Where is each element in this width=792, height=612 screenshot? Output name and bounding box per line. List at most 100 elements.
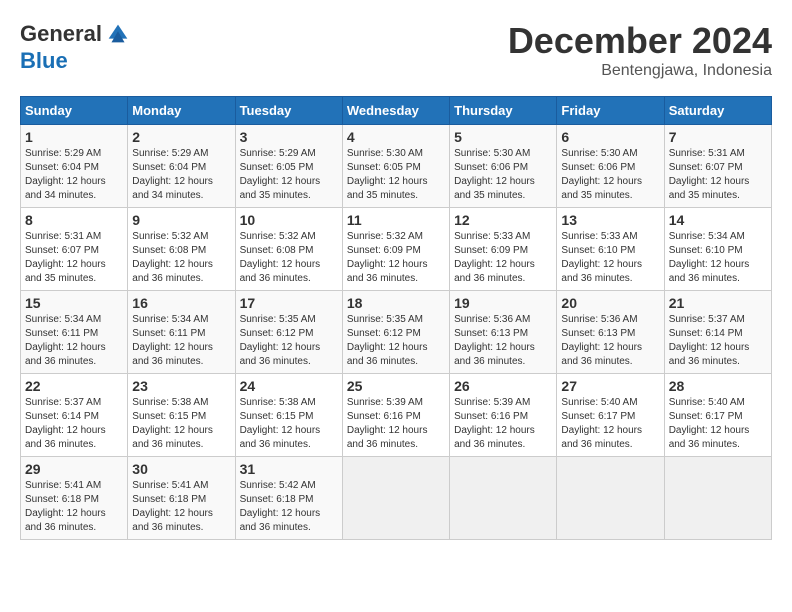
day-number: 24	[240, 378, 338, 394]
day-info: Sunrise: 5:29 AMSunset: 6:04 PMDaylight:…	[132, 147, 230, 203]
calendar-cell: 16 Sunrise: 5:34 AMSunset: 6:11 PMDayligh…	[128, 291, 235, 374]
day-header-thursday: Thursday	[450, 97, 557, 125]
day-info: Sunrise: 5:38 AMSunset: 6:15 PMDaylight:…	[132, 396, 230, 452]
day-number: 18	[347, 295, 445, 311]
day-info: Sunrise: 5:32 AMSunset: 6:08 PMDaylight:…	[132, 230, 230, 286]
calendar-cell: 2 Sunrise: 5:29 AMSunset: 6:04 PMDaylight…	[128, 125, 235, 208]
calendar-week-row: 22 Sunrise: 5:37 AMSunset: 6:14 PMDayligh…	[21, 374, 772, 457]
calendar-cell	[557, 457, 664, 540]
calendar-cell: 12 Sunrise: 5:33 AMSunset: 6:09 PMDayligh…	[450, 208, 557, 291]
day-info: Sunrise: 5:34 AMSunset: 6:10 PMDaylight:…	[669, 230, 767, 286]
day-info: Sunrise: 5:32 AMSunset: 6:09 PMDaylight:…	[347, 230, 445, 286]
day-info: Sunrise: 5:39 AMSunset: 6:16 PMDaylight:…	[454, 396, 552, 452]
day-info: Sunrise: 5:33 AMSunset: 6:09 PMDaylight:…	[454, 230, 552, 286]
day-number: 30	[132, 461, 230, 477]
day-number: 23	[132, 378, 230, 394]
day-info: Sunrise: 5:36 AMSunset: 6:13 PMDaylight:…	[561, 313, 659, 369]
day-info: Sunrise: 5:32 AMSunset: 6:08 PMDaylight:…	[240, 230, 338, 286]
day-info: Sunrise: 5:37 AMSunset: 6:14 PMDaylight:…	[25, 396, 123, 452]
day-header-monday: Monday	[128, 97, 235, 125]
calendar-cell: 14 Sunrise: 5:34 AMSunset: 6:10 PMDayligh…	[664, 208, 771, 291]
day-info: Sunrise: 5:42 AMSunset: 6:18 PMDaylight:…	[240, 479, 338, 535]
day-number: 20	[561, 295, 659, 311]
day-number: 8	[25, 212, 123, 228]
logo-blue: Blue	[20, 48, 68, 74]
calendar-table: SundayMondayTuesdayWednesdayThursdayFrid…	[20, 96, 772, 540]
calendar-cell: 10Sunrise: 5:32 AMSunset: 6:08 PMDayligh…	[235, 208, 342, 291]
day-number: 19	[454, 295, 552, 311]
day-info: Sunrise: 5:39 AMSunset: 6:16 PMDaylight:…	[347, 396, 445, 452]
calendar-cell: 13Sunrise: 5:33 AMSunset: 6:10 PMDayligh…	[557, 208, 664, 291]
calendar-cell: 1Sunrise: 5:29 AMSunset: 6:04 PMDaylight…	[21, 125, 128, 208]
calendar-cell	[450, 457, 557, 540]
month-title: December 2024	[508, 20, 772, 62]
day-number: 21	[669, 295, 767, 311]
calendar-cell: 7 Sunrise: 5:31 AMSunset: 6:07 PMDaylight…	[664, 125, 771, 208]
day-info: Sunrise: 5:30 AMSunset: 6:06 PMDaylight:…	[561, 147, 659, 203]
calendar-cell: 22 Sunrise: 5:37 AMSunset: 6:14 PMDayligh…	[21, 374, 128, 457]
calendar-cell: 9 Sunrise: 5:32 AMSunset: 6:08 PMDaylight…	[128, 208, 235, 291]
day-number: 6	[561, 129, 659, 145]
day-info: Sunrise: 5:29 AMSunset: 6:05 PMDaylight:…	[240, 147, 338, 203]
day-number: 7	[669, 129, 767, 145]
calendar-header-row: SundayMondayTuesdayWednesdayThursdayFrid…	[21, 97, 772, 125]
day-number: 9	[132, 212, 230, 228]
day-number: 31	[240, 461, 338, 477]
day-header-wednesday: Wednesday	[342, 97, 449, 125]
day-info: Sunrise: 5:41 AMSunset: 6:18 PMDaylight:…	[25, 479, 123, 535]
day-info: Sunrise: 5:29 AMSunset: 6:04 PMDaylight:…	[25, 147, 123, 203]
calendar-cell: 8Sunrise: 5:31 AMSunset: 6:07 PMDaylight…	[21, 208, 128, 291]
day-info: Sunrise: 5:34 AMSunset: 6:11 PMDaylight:…	[25, 313, 123, 369]
day-header-tuesday: Tuesday	[235, 97, 342, 125]
calendar-cell: 26 Sunrise: 5:39 AMSunset: 6:16 PMDayligh…	[450, 374, 557, 457]
calendar-cell: 15 Sunrise: 5:34 AMSunset: 6:11 PMDayligh…	[21, 291, 128, 374]
day-number: 16	[132, 295, 230, 311]
day-info: Sunrise: 5:38 AMSunset: 6:15 PMDaylight:…	[240, 396, 338, 452]
page-header: General Blue December 2024 Bentengjawa, …	[20, 20, 772, 80]
calendar-cell: 6 Sunrise: 5:30 AMSunset: 6:06 PMDaylight…	[557, 125, 664, 208]
day-header-friday: Friday	[557, 97, 664, 125]
calendar-cell: 29 Sunrise: 5:41 AMSunset: 6:18 PMDayligh…	[21, 457, 128, 540]
calendar-cell: 31 Sunrise: 5:42 AMSunset: 6:18 PMDayligh…	[235, 457, 342, 540]
day-number: 2	[132, 129, 230, 145]
day-number: 25	[347, 378, 445, 394]
day-number: 29	[25, 461, 123, 477]
day-number: 12	[454, 212, 552, 228]
day-number: 3	[240, 129, 338, 145]
day-number: 22	[25, 378, 123, 394]
calendar-cell: 25 Sunrise: 5:39 AMSunset: 6:16 PMDayligh…	[342, 374, 449, 457]
day-number: 27	[561, 378, 659, 394]
day-number: 11	[347, 212, 445, 228]
day-info: Sunrise: 5:33 AMSunset: 6:10 PMDaylight:…	[561, 230, 659, 286]
subtitle: Bentengjawa, Indonesia	[508, 62, 772, 80]
day-number: 28	[669, 378, 767, 394]
day-number: 4	[347, 129, 445, 145]
calendar-cell: 11 Sunrise: 5:32 AMSunset: 6:09 PMDayligh…	[342, 208, 449, 291]
calendar-week-row: 8Sunrise: 5:31 AMSunset: 6:07 PMDaylight…	[21, 208, 772, 291]
calendar-week-row: 29 Sunrise: 5:41 AMSunset: 6:18 PMDayligh…	[21, 457, 772, 540]
day-number: 26	[454, 378, 552, 394]
day-number: 15	[25, 295, 123, 311]
day-info: Sunrise: 5:31 AMSunset: 6:07 PMDaylight:…	[669, 147, 767, 203]
day-header-sunday: Sunday	[21, 97, 128, 125]
calendar-cell: 17Sunrise: 5:35 AMSunset: 6:12 PMDayligh…	[235, 291, 342, 374]
calendar-week-row: 1Sunrise: 5:29 AMSunset: 6:04 PMDaylight…	[21, 125, 772, 208]
calendar-cell: 18Sunrise: 5:35 AMSunset: 6:12 PMDayligh…	[342, 291, 449, 374]
logo: General Blue	[20, 20, 132, 74]
calendar-cell: 3 Sunrise: 5:29 AMSunset: 6:05 PMDaylight…	[235, 125, 342, 208]
calendar-cell: 21 Sunrise: 5:37 AMSunset: 6:14 PMDayligh…	[664, 291, 771, 374]
day-info: Sunrise: 5:40 AMSunset: 6:17 PMDaylight:…	[669, 396, 767, 452]
calendar-cell: 28 Sunrise: 5:40 AMSunset: 6:17 PMDayligh…	[664, 374, 771, 457]
day-number: 17	[240, 295, 338, 311]
calendar-cell	[342, 457, 449, 540]
day-number: 14	[669, 212, 767, 228]
calendar-cell: 20 Sunrise: 5:36 AMSunset: 6:13 PMDayligh…	[557, 291, 664, 374]
calendar-cell: 30 Sunrise: 5:41 AMSunset: 6:18 PMDayligh…	[128, 457, 235, 540]
day-info: Sunrise: 5:41 AMSunset: 6:18 PMDaylight:…	[132, 479, 230, 535]
calendar-cell: 5Sunrise: 5:30 AMSunset: 6:06 PMDaylight…	[450, 125, 557, 208]
day-info: Sunrise: 5:37 AMSunset: 6:14 PMDaylight:…	[669, 313, 767, 369]
day-number: 5	[454, 129, 552, 145]
logo-icon	[104, 20, 132, 48]
logo-general: General	[20, 21, 102, 47]
day-info: Sunrise: 5:34 AMSunset: 6:11 PMDaylight:…	[132, 313, 230, 369]
